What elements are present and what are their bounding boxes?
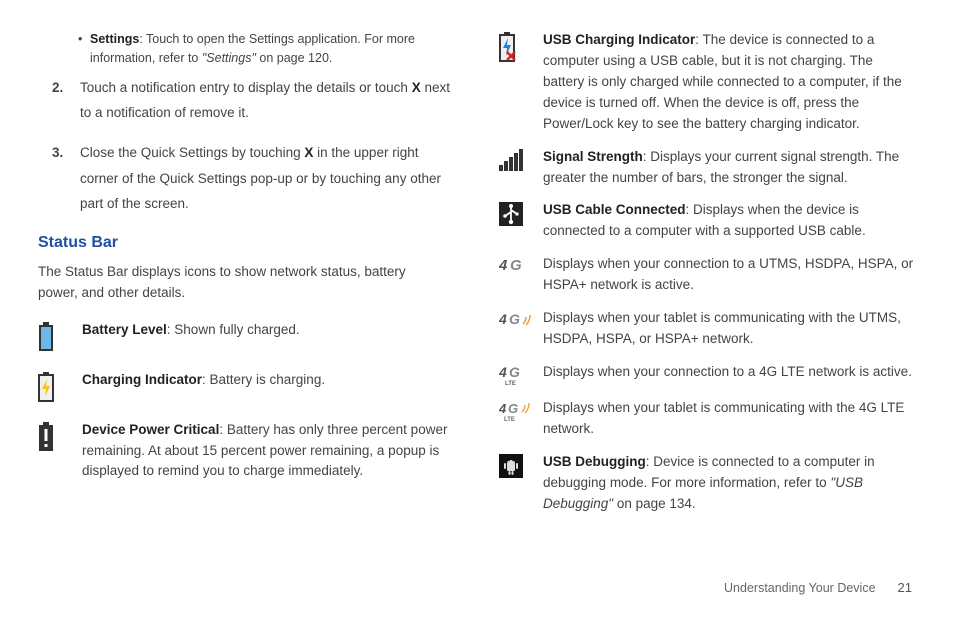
status-item-battery-level: Battery Level: Shown fully charged.: [38, 320, 455, 352]
status-item-4glte-active: 4GLTE Displays when your connection to a…: [499, 362, 916, 386]
usb-charging-fail-icon: [499, 30, 543, 135]
item-text: Displays when your tablet is communicati…: [543, 308, 916, 350]
item-label: USB Cable Connected: [543, 202, 686, 217]
svg-text:4: 4: [499, 257, 508, 274]
bullet-label: Settings: [90, 32, 139, 46]
item-text: Displays when your tablet is communicati…: [543, 398, 916, 440]
item-label: Device Power Critical: [82, 422, 219, 437]
svg-text:LTE: LTE: [505, 381, 516, 386]
step-number: 2.: [52, 75, 80, 126]
item-text: : Battery is charging.: [202, 372, 325, 387]
item-text: Displays when your connection to a 4G LT…: [543, 362, 916, 386]
status-item-critical: Device Power Critical: Battery has only …: [38, 420, 455, 483]
page-content: • Settings: Touch to open the Settings a…: [0, 0, 954, 570]
item-label: Charging Indicator: [82, 372, 202, 387]
footer-section: Understanding Your Device: [724, 579, 876, 598]
item-label: Signal Strength: [543, 149, 643, 164]
step-2: 2. Touch a notification entry to display…: [38, 75, 455, 126]
page-footer: Understanding Your Device 21: [0, 570, 954, 598]
bullet-text: Settings: Touch to open the Settings app…: [90, 30, 455, 69]
battery-full-icon: [38, 320, 82, 352]
section-intro: The Status Bar displays icons to show ne…: [38, 262, 443, 304]
svg-text:LTE: LTE: [504, 417, 515, 422]
status-item-4g-comm: 4G Displays when your tablet is communic…: [499, 308, 916, 350]
step-text: Close the Quick Settings by touching X i…: [80, 140, 455, 217]
4g-lte-icon: 4GLTE: [499, 362, 543, 386]
battery-charging-icon: [38, 370, 82, 402]
right-column: USB Charging Indicator: The device is co…: [499, 30, 916, 570]
4g-icon: 4G: [499, 254, 543, 296]
battery-critical-icon: [38, 420, 82, 483]
section-heading: Status Bar: [38, 231, 455, 256]
status-item-charging: Charging Indicator: Battery is charging.: [38, 370, 455, 402]
4g-lte-signal-icon: 4GLTE: [499, 398, 543, 440]
status-item-4glte-comm: 4GLTE Displays when your tablet is commu…: [499, 398, 916, 440]
bullet-item: • Settings: Touch to open the Settings a…: [38, 30, 455, 69]
item-label: USB Charging Indicator: [543, 32, 695, 47]
item-label: USB Debugging: [543, 454, 646, 469]
usb-icon: [499, 200, 543, 242]
4g-signal-icon: 4G: [499, 308, 543, 350]
item-text: Displays when your connection to a UTMS,…: [543, 254, 916, 296]
item-label: Battery Level: [82, 322, 167, 337]
svg-text:G: G: [508, 401, 518, 416]
step-3: 3. Close the Quick Settings by touching …: [38, 140, 455, 217]
svg-text:4: 4: [499, 364, 507, 380]
left-column: • Settings: Touch to open the Settings a…: [38, 30, 455, 570]
status-item-signal: Signal Strength: Displays your current s…: [499, 147, 916, 189]
step-text: Touch a notification entry to display th…: [80, 75, 455, 126]
item-text: : Shown fully charged.: [167, 322, 300, 337]
svg-text:4: 4: [499, 311, 507, 327]
step-number: 3.: [52, 140, 80, 217]
footer-page-number: 21: [898, 578, 912, 598]
bullet-marker: •: [78, 30, 88, 69]
status-item-4g-active: 4G Displays when your connection to a UT…: [499, 254, 916, 296]
svg-text:G: G: [510, 257, 522, 274]
status-item-usb-charging: USB Charging Indicator: The device is co…: [499, 30, 916, 135]
ref-link: "Settings": [202, 51, 256, 65]
android-debug-icon: [499, 452, 543, 515]
svg-text:G: G: [509, 311, 520, 327]
status-item-usb-debug: USB Debugging: Device is connected to a …: [499, 452, 916, 515]
svg-text:G: G: [509, 364, 520, 380]
signal-bars-icon: [499, 147, 543, 189]
status-item-usb-connected: USB Cable Connected: Displays when the d…: [499, 200, 916, 242]
svg-text:4: 4: [499, 401, 507, 416]
